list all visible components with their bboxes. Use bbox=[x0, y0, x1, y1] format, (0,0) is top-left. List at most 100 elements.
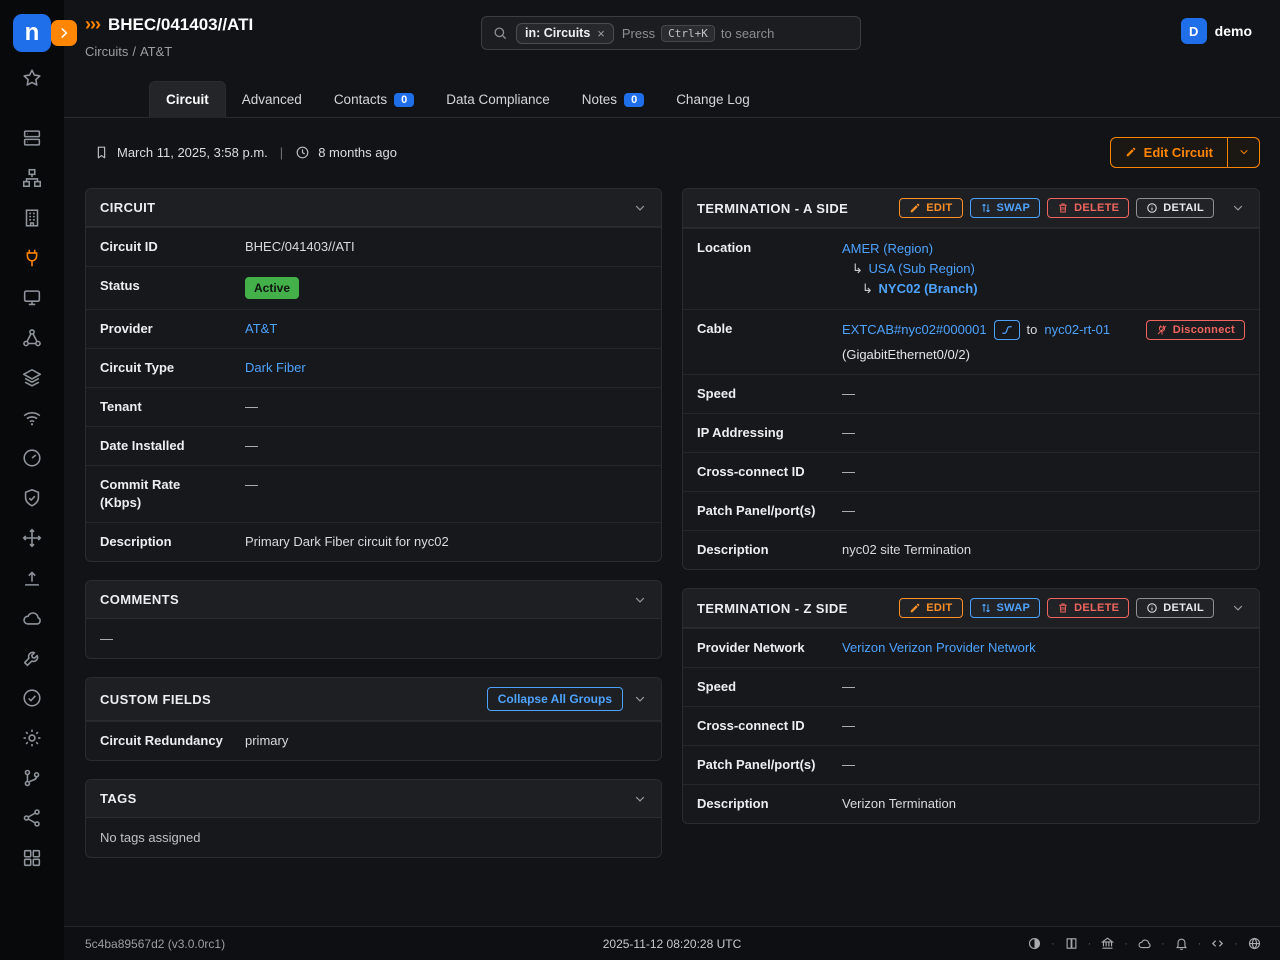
branch-link[interactable]: NYC02 bbox=[879, 281, 921, 296]
user-menu[interactable]: D demo bbox=[1181, 18, 1252, 44]
main-area: ››› BHEC/041403//ATI Circuits/AT&T in: C… bbox=[64, 0, 1280, 960]
sub-region-type-link[interactable]: (Sub Region) bbox=[898, 261, 975, 276]
comments-panel-header: COMMENTS bbox=[86, 581, 661, 619]
buildings-icon[interactable] bbox=[0, 198, 64, 238]
settings-gear-icon[interactable] bbox=[0, 718, 64, 758]
swap-termination-button[interactable]: SWAP bbox=[970, 598, 1041, 618]
wrench-icon[interactable] bbox=[0, 638, 64, 678]
circuit-type-link[interactable]: Dark Fiber bbox=[245, 360, 306, 375]
tab-data-compliance[interactable]: Data Compliance bbox=[430, 82, 566, 117]
detail-termination-button[interactable]: DETAIL bbox=[1136, 198, 1214, 218]
pencil-icon bbox=[909, 602, 921, 614]
layers-icon[interactable] bbox=[0, 358, 64, 398]
tab-notes[interactable]: Notes0 bbox=[566, 82, 660, 117]
status-badge: Active bbox=[245, 277, 299, 299]
termination-a-panel: TERMINATION - A SIDE EDIT SWAP DELETE DE… bbox=[682, 188, 1260, 570]
description-row: Description Primary Dark Fiber circuit f… bbox=[86, 522, 661, 561]
tab-circuit[interactable]: Circuit bbox=[149, 81, 226, 118]
cable-trace-button[interactable] bbox=[994, 320, 1020, 340]
collapse-chevron-icon[interactable] bbox=[1231, 201, 1245, 215]
tab-advanced[interactable]: Advanced bbox=[226, 82, 318, 117]
status-row: Status Active bbox=[86, 266, 661, 309]
racks-icon[interactable] bbox=[0, 118, 64, 158]
info-icon bbox=[1146, 202, 1158, 214]
cable-peer-link[interactable]: nyc02-rt-01 bbox=[1044, 321, 1110, 339]
tab-change-log[interactable]: Change Log bbox=[660, 82, 766, 117]
footer-dot: · bbox=[1161, 938, 1165, 950]
contacts-count-badge: 0 bbox=[394, 93, 414, 107]
search-icon bbox=[492, 25, 508, 41]
bookmark-icon bbox=[94, 145, 109, 160]
search-filter-label: in: Circuits bbox=[525, 26, 590, 40]
footer: 5c4ba89567d2 (v3.0.0rc1) 2025-11-12 08:2… bbox=[64, 926, 1280, 960]
collapse-chevron-icon[interactable] bbox=[633, 593, 647, 607]
collapse-chevron-icon[interactable] bbox=[633, 201, 647, 215]
gauge-icon[interactable] bbox=[0, 438, 64, 478]
collapse-chevron-icon[interactable] bbox=[633, 792, 647, 806]
edit-termination-button[interactable]: EDIT bbox=[899, 598, 962, 618]
monitor-icon[interactable] bbox=[0, 278, 64, 318]
hierarchy-hook-icon: ↳ bbox=[862, 281, 873, 296]
tab-contacts[interactable]: Contacts0 bbox=[318, 82, 430, 117]
breadcrumb-provider-link[interactable]: AT&T bbox=[140, 44, 172, 59]
cross-connect-row: Cross-connect ID — bbox=[683, 706, 1259, 745]
swap-termination-button[interactable]: SWAP bbox=[970, 198, 1041, 218]
apps-grid-icon[interactable] bbox=[0, 838, 64, 878]
ip-network-icon[interactable] bbox=[0, 318, 64, 358]
nautobot-logo[interactable]: n bbox=[13, 14, 51, 52]
sidebar-expand-button[interactable] bbox=[51, 20, 77, 46]
admin-bank-icon[interactable] bbox=[1100, 936, 1115, 951]
edit-circuit-button[interactable]: Edit Circuit bbox=[1110, 137, 1228, 168]
api-code-icon[interactable] bbox=[1210, 936, 1225, 951]
move-arrows-icon[interactable] bbox=[0, 518, 64, 558]
cable-link[interactable]: EXTCAB#nyc02#000001 bbox=[842, 321, 987, 339]
region-type-link[interactable]: (Region) bbox=[883, 241, 933, 256]
speed-row: Speed — bbox=[683, 374, 1259, 413]
provider-network-row: Provider Network Verizon Verizon Provide… bbox=[683, 628, 1259, 667]
custom-fields-panel: CUSTOM FIELDS Collapse All Groups Circui… bbox=[85, 677, 662, 761]
edit-circuit-dropdown-button[interactable] bbox=[1228, 137, 1260, 168]
disconnect-button[interactable]: Disconnect bbox=[1146, 320, 1245, 340]
topology-icon[interactable] bbox=[0, 158, 64, 198]
region-link[interactable]: AMER bbox=[842, 241, 880, 256]
global-search-input[interactable]: in: Circuits × Press Ctrl+K to search bbox=[481, 16, 861, 50]
theme-toggle-icon[interactable] bbox=[1027, 936, 1042, 951]
collapse-all-groups-button[interactable]: Collapse All Groups bbox=[487, 687, 623, 711]
edit-termination-button[interactable]: EDIT bbox=[899, 198, 962, 218]
ip-addressing-row: IP Addressing — bbox=[683, 413, 1259, 452]
delete-termination-button[interactable]: DELETE bbox=[1047, 198, 1129, 218]
wifi-icon[interactable] bbox=[0, 398, 64, 438]
footer-dot: · bbox=[1051, 938, 1055, 950]
shield-check-icon[interactable] bbox=[0, 478, 64, 518]
swagger-globe-icon[interactable] bbox=[1247, 936, 1262, 951]
cable-interface: (GigabitEthernet0/0/2) bbox=[842, 346, 1245, 364]
detail-termination-button[interactable]: DETAIL bbox=[1136, 598, 1214, 618]
upload-icon[interactable] bbox=[0, 558, 64, 598]
search-filter-chip[interactable]: in: Circuits × bbox=[516, 23, 614, 44]
cloud-icon[interactable] bbox=[1137, 936, 1152, 951]
git-branch-icon[interactable] bbox=[0, 758, 64, 798]
sub-region-link[interactable]: USA bbox=[869, 261, 895, 276]
notifications-bell-icon[interactable] bbox=[1174, 936, 1189, 951]
provider-network-link[interactable]: Verizon Verizon Provider Network bbox=[842, 640, 1036, 655]
collapse-chevron-icon[interactable] bbox=[633, 692, 647, 706]
trash-icon bbox=[1057, 602, 1069, 614]
cloud-icon[interactable] bbox=[0, 598, 64, 638]
docs-book-icon[interactable] bbox=[1064, 936, 1079, 951]
patch-panel-row: Patch Panel/port(s) — bbox=[683, 491, 1259, 530]
description-row: Description Verizon Termination bbox=[683, 784, 1259, 823]
chip-close-icon[interactable]: × bbox=[597, 26, 605, 41]
branch-type-link[interactable]: (Branch) bbox=[924, 281, 977, 296]
breadcrumb-circuits-link[interactable]: Circuits bbox=[85, 44, 128, 59]
share-nodes-icon[interactable] bbox=[0, 798, 64, 838]
termination-z-panel: TERMINATION - Z SIDE EDIT SWAP DELETE DE… bbox=[682, 588, 1260, 824]
notes-count-badge: 0 bbox=[624, 93, 644, 107]
check-circle-icon[interactable] bbox=[0, 678, 64, 718]
favorites-star-icon[interactable] bbox=[0, 58, 64, 98]
breadcrumb: Circuits/AT&T bbox=[85, 44, 481, 59]
circuits-icon[interactable] bbox=[0, 238, 64, 278]
provider-link[interactable]: AT&T bbox=[245, 321, 277, 336]
speed-row: Speed — bbox=[683, 667, 1259, 706]
collapse-chevron-icon[interactable] bbox=[1231, 601, 1245, 615]
delete-termination-button[interactable]: DELETE bbox=[1047, 598, 1129, 618]
